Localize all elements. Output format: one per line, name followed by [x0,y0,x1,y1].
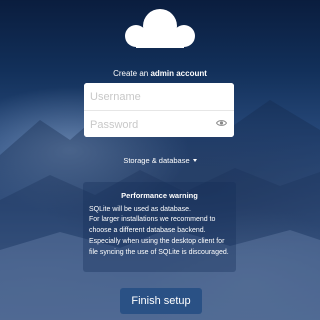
create-admin-prefix: Create an [113,69,149,78]
password-input[interactable] [84,111,234,137]
cloud-logo-icon [125,9,195,48]
storage-database-label: Storage & database [123,156,190,165]
setup-page: { "logo": { "icon": "cloud-logo-icon" },… [0,0,320,320]
warning-title: Performance warning [121,191,198,200]
performance-warning: Performance warning SQLite will be used … [83,182,236,272]
eye-icon[interactable] [216,119,227,127]
warning-text-recommendation: For larger installations we recommend to… [89,216,229,256]
create-admin-bold: admin account [150,69,207,78]
caret-down-icon [192,159,197,162]
storage-database-toggle[interactable]: Storage & database [0,156,320,165]
create-admin-label: Create an admin account [0,69,320,78]
username-input[interactable] [84,83,234,110]
login-form [84,83,234,137]
finish-setup-button[interactable]: Finish setup [120,288,202,314]
